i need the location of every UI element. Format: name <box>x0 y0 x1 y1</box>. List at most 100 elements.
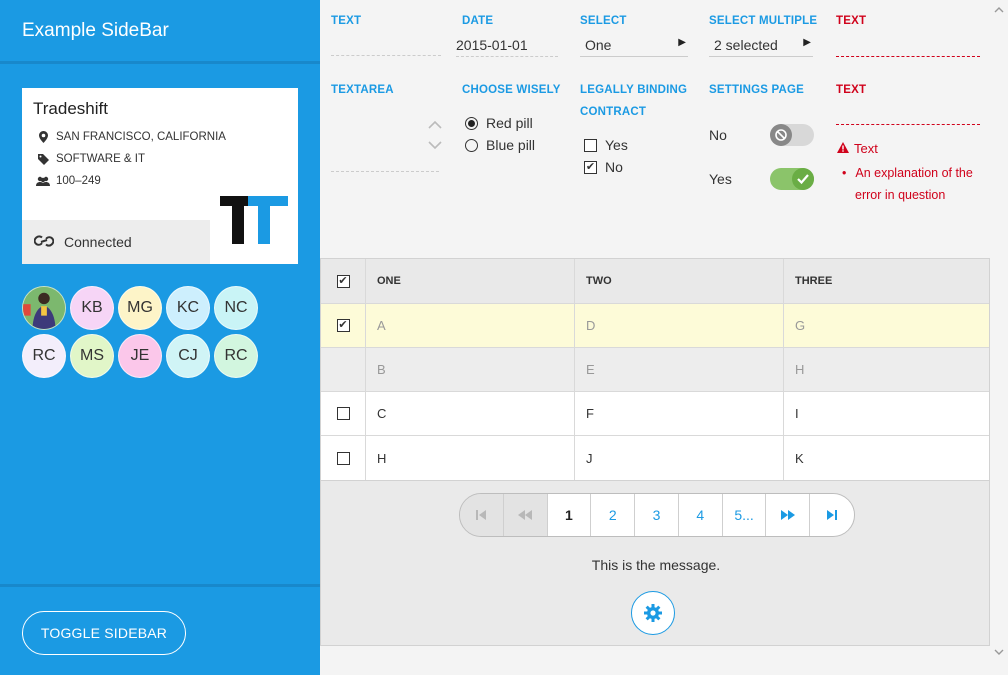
textarea-input[interactable] <box>331 100 439 172</box>
table-row[interactable]: C F I <box>321 392 989 436</box>
chevron-down-icon <box>428 141 442 150</box>
table-cell: H <box>366 436 575 480</box>
table-row[interactable]: ✔ A D G <box>321 304 989 348</box>
company-location-row: SAN FRANCISCO, CALIFORNIA <box>36 131 226 143</box>
radio-blue-pill[interactable]: Blue pill <box>465 137 535 153</box>
disabled-circle-icon <box>770 124 792 146</box>
radio-red-pill-label: Red pill <box>486 115 533 131</box>
avatar-initials: KC <box>176 299 200 316</box>
select-dropdown[interactable]: One ▶ <box>580 35 688 57</box>
textarea-stepper[interactable] <box>424 112 446 160</box>
avatar[interactable]: MG <box>118 286 162 330</box>
error-text-label-2: TEXT <box>836 84 867 96</box>
connection-status-label: Connected <box>64 234 132 250</box>
toggle-sidebar-button[interactable]: TOGGLE SIDEBAR <box>22 611 186 655</box>
avatar[interactable]: MS <box>70 334 114 378</box>
rewind-icon <box>518 510 533 520</box>
column-header-one[interactable]: ONE <box>366 259 575 303</box>
page-button[interactable]: 3 <box>635 494 679 536</box>
checkbox-no[interactable]: ✔ No <box>584 159 623 175</box>
checkbox-checked-icon: ✔ <box>584 160 597 174</box>
row-checkbox-cell <box>321 348 366 391</box>
error-title: Text <box>854 141 878 156</box>
table-cell: J <box>575 436 784 480</box>
company-location: SAN FRANCISCO, CALIFORNIA <box>56 131 226 143</box>
company-logo <box>210 176 298 264</box>
checkbox-yes[interactable]: Yes <box>584 137 628 153</box>
text-field-label: TEXT <box>331 15 362 27</box>
sidebar-header: Example SideBar <box>0 0 320 64</box>
previous-page-button[interactable] <box>503 494 548 536</box>
sidebar-title: Example SideBar <box>22 19 169 41</box>
table-message: This is the message. <box>591 557 721 573</box>
date-input-underline <box>456 34 558 57</box>
avatar-initials: RC <box>224 347 248 364</box>
table-cell: A <box>366 304 575 347</box>
warning-icon <box>837 141 849 156</box>
table-footer: 1 2 3 4 5... This is the message. <box>320 481 990 646</box>
table-cell: B <box>366 348 575 391</box>
avatar-initials: KB <box>81 299 103 316</box>
table-cell: K <box>795 450 804 466</box>
error-detail-line-2: error in question <box>855 188 946 202</box>
avatar-photo[interactable] <box>22 286 66 330</box>
avatar[interactable]: RC <box>22 334 66 378</box>
row-checkbox-cell <box>321 392 366 435</box>
row-checkbox[interactable] <box>336 451 350 465</box>
tag-icon <box>36 153 50 165</box>
settings-button[interactable] <box>631 591 675 635</box>
select-multiple-label: SELECT MULTIPLE <box>709 15 818 27</box>
first-page-button[interactable] <box>460 494 504 536</box>
company-card[interactable]: Tradeshift SAN FRANCISCO, CALIFORNIA SOF… <box>22 88 298 264</box>
select-value: One <box>585 37 612 53</box>
choose-label: CHOOSE WISELY <box>462 84 561 96</box>
connection-status: Connected <box>22 220 210 264</box>
gear-icon <box>644 604 662 622</box>
column-header-three[interactable]: THREE <box>784 259 989 303</box>
error-detail: • An explanation of the error in question <box>842 162 973 206</box>
select-all-checkbox[interactable]: ✔ <box>336 274 350 288</box>
avatar[interactable]: KB <box>70 286 114 330</box>
avatar[interactable]: NC <box>214 286 258 330</box>
radio-red-pill[interactable]: Red pill <box>465 115 533 131</box>
page-button-current[interactable]: 1 <box>547 494 592 536</box>
data-table: ✔ ONE TWO THREE ✔ A D G B E H C F I H J … <box>320 258 990 481</box>
page-button[interactable]: 2 <box>591 494 636 536</box>
error-text-input[interactable] <box>836 34 980 57</box>
settings-label: SETTINGS PAGE <box>709 84 805 96</box>
select-field-label: SELECT <box>580 15 627 27</box>
checkmark-icon <box>792 168 814 190</box>
scrollbar[interactable] <box>990 0 1008 675</box>
avatar[interactable]: RC <box>214 334 258 378</box>
avatar-initials: JE <box>130 347 150 364</box>
company-industry: SOFTWARE & IT <box>56 153 146 165</box>
avatar-initials: MS <box>80 347 104 364</box>
table-cell: D <box>575 304 784 347</box>
table-cell: I <box>795 406 799 421</box>
column-header-two[interactable]: TWO <box>575 259 784 303</box>
error-text-input-2[interactable] <box>836 102 980 125</box>
row-checkbox[interactable]: ✔ <box>336 319 350 332</box>
select-multiple-value: 2 selected <box>714 37 778 53</box>
select-multiple-dropdown[interactable]: 2 selected ▶ <box>709 35 813 57</box>
sidebar: Example SideBar Tradeshift SAN FRANCISCO… <box>0 0 320 675</box>
page-button[interactable]: 4 <box>678 494 723 536</box>
row-checkbox[interactable] <box>336 407 350 420</box>
avatar[interactable]: CJ <box>166 334 210 378</box>
page-button[interactable]: 5... <box>722 494 767 536</box>
avatar-initials: RC <box>32 347 56 364</box>
table-row[interactable]: H J K <box>321 436 989 480</box>
next-page-button[interactable] <box>766 494 811 536</box>
text-input[interactable] <box>331 34 441 56</box>
fast-forward-icon <box>780 510 795 520</box>
error-detail-line-1: An explanation of the <box>855 166 973 180</box>
first-page-icon <box>476 510 487 520</box>
avatar[interactable]: JE <box>118 334 162 378</box>
switch-no-label: No <box>709 127 727 143</box>
last-page-button[interactable] <box>810 494 854 536</box>
avatar[interactable]: KC <box>166 286 210 330</box>
switch-yes[interactable] <box>770 168 814 190</box>
table-row: B E H <box>321 348 989 392</box>
checkbox-no-label: No <box>605 159 623 175</box>
switch-no[interactable] <box>770 124 814 146</box>
